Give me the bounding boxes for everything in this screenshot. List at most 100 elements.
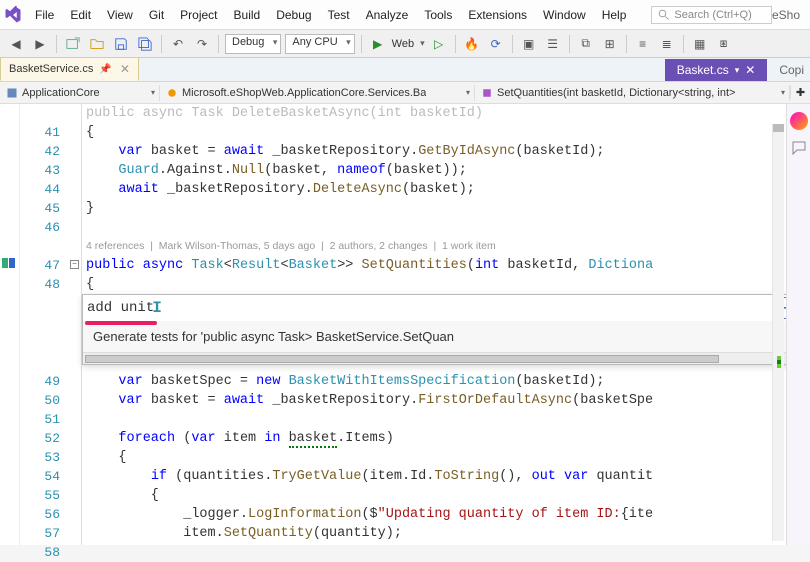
menu-file[interactable]: File xyxy=(28,4,61,26)
config-combo[interactable]: Debug xyxy=(225,34,281,54)
nav-type-combo[interactable]: Microsoft.eShopWeb.ApplicationCore.Servi… xyxy=(160,85,475,101)
tb-icon-6[interactable]: ≣ xyxy=(657,34,677,54)
nav-split-icon[interactable]: ✚ xyxy=(790,86,810,99)
code-line[interactable]: var basketSpec = new BasketWithItemsSpec… xyxy=(82,372,810,391)
csharp-project-icon xyxy=(6,87,18,99)
close-icon[interactable]: ✕ xyxy=(120,62,130,76)
copilot-input-text[interactable]: add unit xyxy=(87,300,154,316)
save-icon[interactable] xyxy=(111,34,131,54)
vs-logo-icon xyxy=(4,3,22,27)
menu-view[interactable]: View xyxy=(100,4,140,26)
code-line[interactable]: { xyxy=(82,448,810,467)
search-box[interactable]: Search (Ctrl+Q) xyxy=(651,6,772,24)
code-line[interactable]: 4 references | Mark Wilson-Thomas, 5 day… xyxy=(82,237,810,256)
code-content[interactable]: − public async Task DeleteBasketAsync(in… xyxy=(68,104,810,545)
tb-icon-7[interactable]: ▦ xyxy=(690,34,710,54)
copilot-inline-popup[interactable]: add unitI➜Generate tests for 'public asy… xyxy=(82,294,802,365)
menu-test[interactable]: Test xyxy=(321,4,357,26)
redo-icon[interactable]: ↷ xyxy=(192,34,212,54)
outline-bar: − xyxy=(68,104,82,545)
code-line[interactable]: item.SetQuantity(quantity); xyxy=(82,524,810,543)
code-line[interactable]: { xyxy=(82,275,810,294)
code-line[interactable]: public async Task DeleteBasketAsync(int … xyxy=(82,104,810,123)
caret-icon: I xyxy=(152,299,162,317)
nav-bar: ApplicationCore Microsoft.eShopWeb.Appli… xyxy=(0,82,810,104)
copilot-suggestion[interactable]: Generate tests for 'public async Task> B… xyxy=(83,321,801,352)
code-line[interactable]: var basket = await _basketRepository.Get… xyxy=(82,142,810,161)
search-placeholder: Search (Ctrl+Q) xyxy=(674,9,751,21)
start-label[interactable]: Web xyxy=(392,38,414,50)
nav-project-combo[interactable]: ApplicationCore xyxy=(0,85,160,101)
titlebar: FileEditViewGitProjectBuildDebugTestAnal… xyxy=(0,0,810,30)
menu-git[interactable]: Git xyxy=(142,4,171,26)
code-line[interactable]: foreach (var item in basket.Items) xyxy=(82,429,810,448)
chevron-down-icon[interactable]: ▾ xyxy=(735,65,740,76)
menu-edit[interactable]: Edit xyxy=(63,4,98,26)
menu-analyze[interactable]: Analyze xyxy=(359,4,416,26)
menu-tools[interactable]: Tools xyxy=(417,4,459,26)
menu-window[interactable]: Window xyxy=(536,4,593,26)
menu-build[interactable]: Build xyxy=(227,4,268,26)
nav-back-icon[interactable]: ◀ xyxy=(6,34,26,54)
start-nodebug-icon[interactable]: ▷ xyxy=(429,34,449,54)
menu-help[interactable]: Help xyxy=(595,4,634,26)
save-all-icon[interactable] xyxy=(135,34,155,54)
nav-member-combo[interactable]: SetQuantities(int basketId, Dictionary<s… xyxy=(475,85,790,101)
document-tabs: BasketService.cs 📌 ✕ Basket.cs ▾ ✕ Copi xyxy=(0,58,810,82)
start-icon[interactable]: ▶ xyxy=(368,34,388,54)
line-number-gutter: 414243444546474849505152535455565758 xyxy=(20,104,68,545)
glyph-margin xyxy=(0,104,20,545)
main-menu: FileEditViewGitProjectBuildDebugTestAnal… xyxy=(28,4,633,26)
tab-active[interactable]: BasketService.cs 📌 ✕ xyxy=(0,57,139,81)
tab-label: BasketService.cs xyxy=(9,63,93,75)
code-line[interactable]: if (quantities.TryGetValue(item.Id.ToStr… xyxy=(82,467,810,486)
code-line[interactable]: { xyxy=(82,486,810,505)
copilot-side-panel xyxy=(786,104,810,545)
code-line[interactable]: public async Task<Result<Basket>> SetQua… xyxy=(82,256,810,275)
split-handle[interactable] xyxy=(773,124,784,132)
tab-right-label: Basket.cs xyxy=(677,63,729,77)
new-project-icon[interactable] xyxy=(63,34,83,54)
code-line[interactable]: var basket = await _basketRepository.Fir… xyxy=(82,391,810,410)
undo-icon[interactable]: ↶ xyxy=(168,34,188,54)
overview-ruler[interactable] xyxy=(772,124,784,541)
copilot-scrollbar[interactable]: ▸ xyxy=(83,352,801,364)
code-line[interactable]: { xyxy=(82,123,810,142)
code-line[interactable]: Guard.Against.Null(basket, nameof(basket… xyxy=(82,161,810,180)
tb-icon-5[interactable]: ≡ xyxy=(633,34,653,54)
code-line[interactable]: _logger.LogInformation($"Updating quanti… xyxy=(82,505,810,524)
codelens[interactable]: 4 references | Mark Wilson-Thomas, 5 day… xyxy=(86,240,496,252)
code-editor[interactable]: 414243444546474849505152535455565758 − p… xyxy=(0,104,810,545)
browser-refresh-icon[interactable]: ⟳ xyxy=(486,34,506,54)
change-marker-icon xyxy=(2,257,16,269)
class-icon xyxy=(166,87,178,99)
code-line[interactable]: } xyxy=(82,199,810,218)
standard-toolbar: ◀ ▶ ↶ ↷ Debug Any CPU ▶ Web ▾ ▷ 🔥 ⟳ ▣ ☰ … xyxy=(0,30,810,58)
copilot-tab-label[interactable]: Copi xyxy=(773,59,810,81)
search-icon xyxy=(658,9,670,21)
tb-icon-4[interactable]: ⊞ xyxy=(600,34,620,54)
tb-icon-1[interactable]: ▣ xyxy=(519,34,539,54)
code-line[interactable]: await _basketRepository.DeleteAsync(bask… xyxy=(82,180,810,199)
menu-project[interactable]: Project xyxy=(173,4,224,26)
method-icon xyxy=(481,87,493,99)
tab-right[interactable]: Basket.cs ▾ ✕ xyxy=(665,59,768,81)
fold-box-icon[interactable]: − xyxy=(70,260,79,269)
code-line[interactable] xyxy=(82,410,810,429)
copilot-avatar-icon[interactable] xyxy=(790,112,808,130)
tb-icon-8[interactable]: ⧆ xyxy=(714,34,734,54)
solution-name: eSho xyxy=(772,8,806,22)
close-icon[interactable]: ✕ xyxy=(745,63,755,77)
code-line[interactable] xyxy=(82,218,810,237)
nav-fwd-icon[interactable]: ▶ xyxy=(30,34,50,54)
menu-debug[interactable]: Debug xyxy=(269,4,318,26)
tb-icon-3[interactable]: ⧉ xyxy=(576,34,596,54)
copilot-highlight xyxy=(85,321,157,325)
platform-combo[interactable]: Any CPU xyxy=(285,34,354,54)
open-icon[interactable] xyxy=(87,34,107,54)
chat-icon[interactable] xyxy=(791,140,807,156)
menu-extensions[interactable]: Extensions xyxy=(461,4,534,26)
hot-reload-icon[interactable]: 🔥 xyxy=(462,34,482,54)
tb-icon-2[interactable]: ☰ xyxy=(543,34,563,54)
pin-icon[interactable]: 📌 xyxy=(99,64,111,75)
